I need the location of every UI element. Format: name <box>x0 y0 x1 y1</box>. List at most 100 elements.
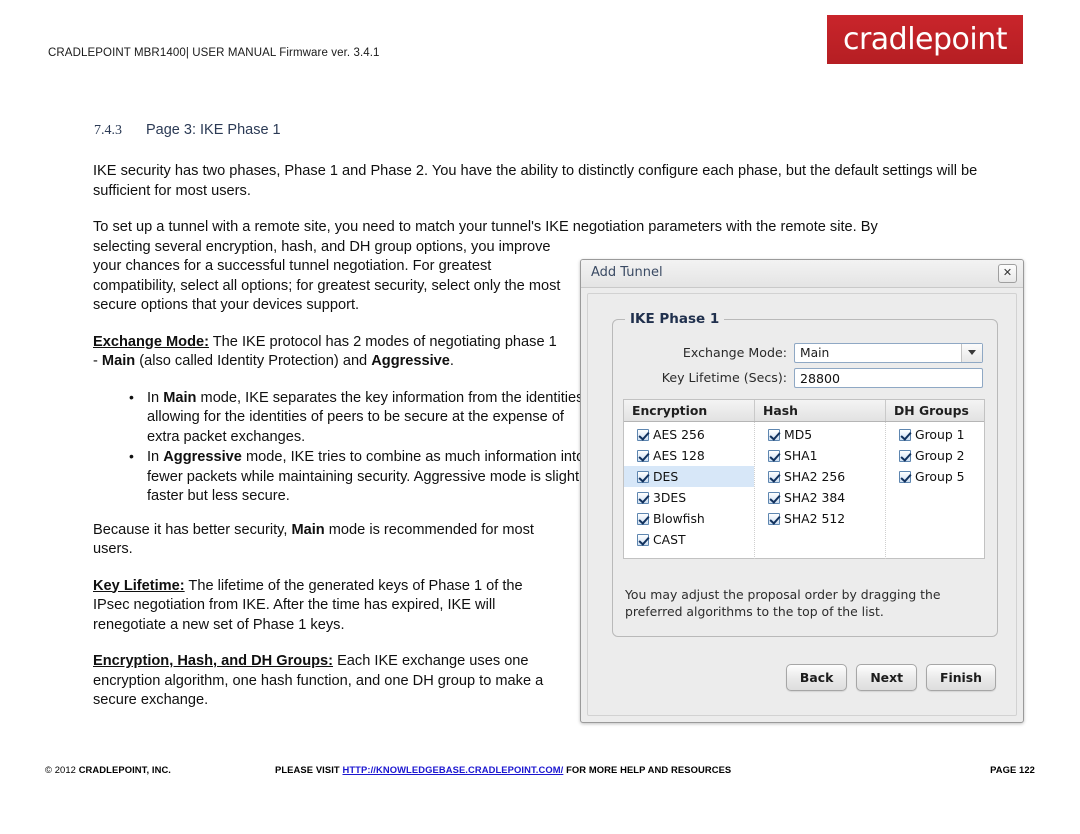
proposal-table: Encryption Hash DH Groups AES 256 AES 12… <box>623 399 985 559</box>
list-item[interactable]: SHA2 512 <box>755 508 885 529</box>
paragraph-recommendation: Because it has better security, Main mod… <box>93 521 563 560</box>
list-item: In Aggressive mode, IKE tries to combine… <box>129 447 599 507</box>
back-button[interactable]: Back <box>785 664 848 691</box>
exchange-mode-bold-aggressive: Aggressive <box>371 353 450 369</box>
list-item-label: MD5 <box>784 427 813 442</box>
list-item[interactable]: MD5 <box>755 424 885 445</box>
cradlepoint-logo: cradlepoint <box>827 15 1023 64</box>
chevron-down-icon[interactable] <box>961 343 982 362</box>
finish-button[interactable]: Finish <box>926 664 996 691</box>
column-header-encryption: Encryption <box>624 400 755 421</box>
list-item-label: SHA1 <box>784 448 818 463</box>
close-icon[interactable]: ✕ <box>998 264 1017 283</box>
paragraph-intro: IKE security has two phases, Phase 1 and… <box>93 163 978 199</box>
term-enc-hash-dh: Encryption, Hash, and DH Groups: <box>93 653 334 669</box>
exchange-mode-select[interactable]: Main <box>794 342 983 363</box>
checkbox-checked-icon[interactable] <box>637 512 649 525</box>
mode-bullet-list: In Main mode, IKE separates the key info… <box>93 388 599 507</box>
exchange-mode-label: Exchange Mode: <box>682 345 787 360</box>
hash-column: MD5 SHA1 SHA2 256 SHA2 384 SHA2 512 <box>755 422 886 559</box>
list-item[interactable]: SHA2 384 <box>755 487 885 508</box>
recommendation-bold: Main <box>291 521 325 538</box>
recommendation-text-a: Because it has better security, <box>93 521 292 538</box>
dialog-titlebar[interactable]: Add Tunnel ✕ <box>581 260 1023 288</box>
checkbox-checked-icon[interactable] <box>768 512 780 525</box>
footer-copyright-year: © 2012 <box>45 764 79 775</box>
bullet1-text-a: In <box>147 389 164 406</box>
checkbox-checked-icon[interactable] <box>768 470 780 483</box>
list-item[interactable]: AES 256 <box>624 424 754 445</box>
exchange-mode-row: Exchange Mode: Main <box>613 342 983 363</box>
list-item-label: Group 2 <box>915 448 965 463</box>
dialog-button-bar: Back Next Finish <box>785 664 996 691</box>
section-number: 7.4.3 <box>94 123 122 138</box>
list-item[interactable]: 3DES <box>624 487 754 508</box>
bullet1-bold: Main <box>163 389 197 406</box>
list-item[interactable]: Blowfish <box>624 508 754 529</box>
list-item-label: Blowfish <box>653 511 705 526</box>
list-item[interactable]: DES <box>624 466 754 487</box>
proposal-table-body: AES 256 AES 128 DES 3DES Blowfish CAST M… <box>624 422 984 559</box>
checkbox-checked-icon[interactable] <box>637 428 649 441</box>
footer-company: CRADLEPOINT, INC. <box>78 764 172 775</box>
dh-groups-column: Group 1 Group 2 Group 5 <box>886 422 984 559</box>
paragraph-key-lifetime: Key Lifetime: The lifetime of the genera… <box>93 577 563 636</box>
list-item-label: DES <box>653 469 679 484</box>
footer-help-line: PLEASE VISIT HTTP://KNOWLEDGEBASE.CRADLE… <box>275 764 731 775</box>
footer-knowledgebase-link[interactable]: HTTP://KNOWLEDGEBASE.CRADLEPOINT.COM/ <box>342 764 563 775</box>
paragraph-setup-lead: To set up a tunnel with a remote site, y… <box>93 219 878 235</box>
list-item[interactable]: AES 128 <box>624 445 754 466</box>
add-tunnel-dialog: Add Tunnel ✕ IKE Phase 1 Exchange Mode: … <box>580 259 1024 723</box>
list-item[interactable]: Group 2 <box>886 445 984 466</box>
list-item-label: AES 128 <box>653 448 705 463</box>
list-item-label: CAST <box>653 532 686 547</box>
list-item-label: Group 5 <box>915 469 965 484</box>
dialog-body: IKE Phase 1 Exchange Mode: Main Key Life… <box>587 293 1017 716</box>
list-item[interactable]: Group 1 <box>886 424 984 445</box>
list-item[interactable]: SHA1 <box>755 445 885 466</box>
bullet2-bold: Aggressive <box>163 449 242 465</box>
checkbox-checked-icon[interactable] <box>899 470 911 483</box>
section-title: Page 3: IKE Phase 1 <box>146 122 281 138</box>
checkbox-checked-icon[interactable] <box>899 428 911 441</box>
key-lifetime-input[interactable]: 28800 <box>794 367 983 388</box>
checkbox-checked-icon[interactable] <box>637 533 649 546</box>
key-lifetime-value: 28800 <box>800 370 841 386</box>
list-item: In Main mode, IKE separates the key info… <box>129 388 599 448</box>
checkbox-checked-icon[interactable] <box>637 491 649 504</box>
column-header-dh-groups: DH Groups <box>894 403 969 418</box>
list-item[interactable]: Group 5 <box>886 466 984 487</box>
bullet1-text-b: mode, IKE separates the key information … <box>147 389 588 445</box>
list-item[interactable]: SHA2 256 <box>755 466 885 487</box>
checkbox-checked-icon[interactable] <box>637 449 649 462</box>
next-button[interactable]: Next <box>856 664 918 691</box>
dialog-title: Add Tunnel <box>591 265 663 280</box>
key-lifetime-row: Key Lifetime (Secs): 28800 <box>613 367 983 388</box>
key-lifetime-label: Key Lifetime (Secs): <box>661 370 787 385</box>
column-header-hash: Hash <box>755 400 886 421</box>
checkbox-checked-icon[interactable] <box>899 449 911 462</box>
proposal-table-header: Encryption Hash DH Groups <box>624 400 984 422</box>
term-exchange-mode: Exchange Mode: <box>93 333 209 350</box>
footer-please-visit: PLEASE VISIT <box>275 764 343 775</box>
section-heading: 7.4.3 Page 3: IKE Phase 1 <box>94 122 281 139</box>
cradlepoint-logo-text: cradlepoint <box>842 21 1008 57</box>
bullet2-text-a: In <box>147 449 164 465</box>
checkbox-checked-icon[interactable] <box>768 449 780 462</box>
checkbox-checked-icon[interactable] <box>768 428 780 441</box>
checkbox-checked-icon[interactable] <box>637 470 649 483</box>
list-item[interactable]: CAST <box>624 529 754 550</box>
exchange-mode-text-b: (also called Identity Protection) and <box>135 353 372 369</box>
proposal-order-note: You may adjust the proposal order by dra… <box>625 587 941 619</box>
checkbox-checked-icon[interactable] <box>768 491 780 504</box>
paragraph-exchange-mode: Exchange Mode: The IKE protocol has 2 mo… <box>93 333 563 372</box>
list-item-label: Group 1 <box>915 427 965 442</box>
footer-copyright: © 2012 CRADLEPOINT, INC. <box>45 764 171 775</box>
list-item-label: SHA2 256 <box>784 469 846 484</box>
page-header: CRADLEPOINT MBR1400| USER MANUAL Firmwar… <box>0 0 1080 90</box>
page-footer: © 2012 CRADLEPOINT, INC. PLEASE VISIT HT… <box>0 764 1080 784</box>
ike-phase-1-fieldset: IKE Phase 1 Exchange Mode: Main Key Life… <box>612 311 998 637</box>
footer-visit-tail: FOR MORE HELP AND RESOURCES <box>563 764 732 775</box>
footer-page-number: PAGE 122 <box>990 764 1035 775</box>
paragraph-setup-rest: selecting several encryption, hash, and … <box>93 238 561 314</box>
